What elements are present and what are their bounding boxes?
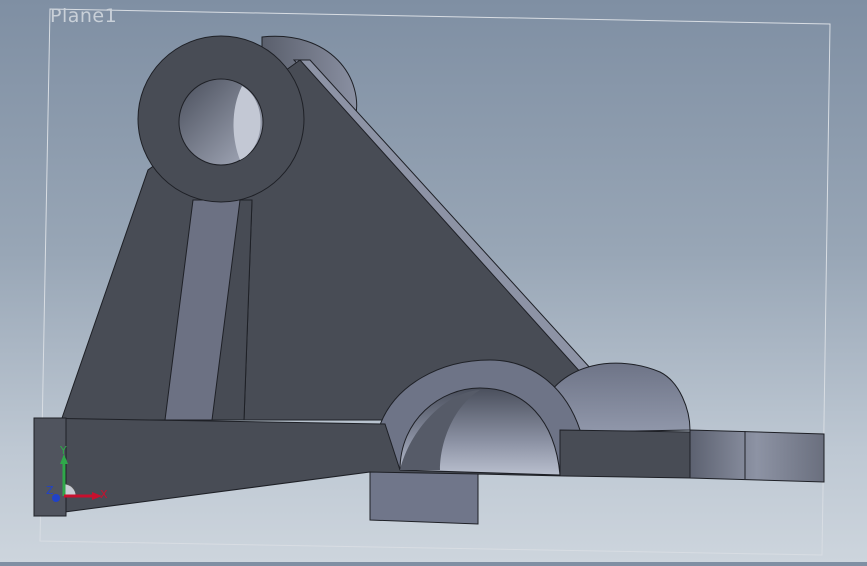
triad-z-label: Z — [46, 484, 54, 497]
reference-triad: X Y Z — [46, 444, 108, 502]
right-flange — [689, 429, 825, 483]
3d-viewport[interactable]: Plane1 X Y Z — [0, 0, 867, 562]
triad-y-label: Y — [59, 444, 67, 457]
model-view[interactable] — [0, 0, 867, 562]
triad-x-label: X — [100, 488, 108, 501]
triad-arc — [63, 483, 77, 497]
plane-label[interactable]: Plane1 — [50, 5, 117, 27]
base-plate-front — [33, 417, 691, 521]
base-lower-step — [369, 471, 479, 525]
